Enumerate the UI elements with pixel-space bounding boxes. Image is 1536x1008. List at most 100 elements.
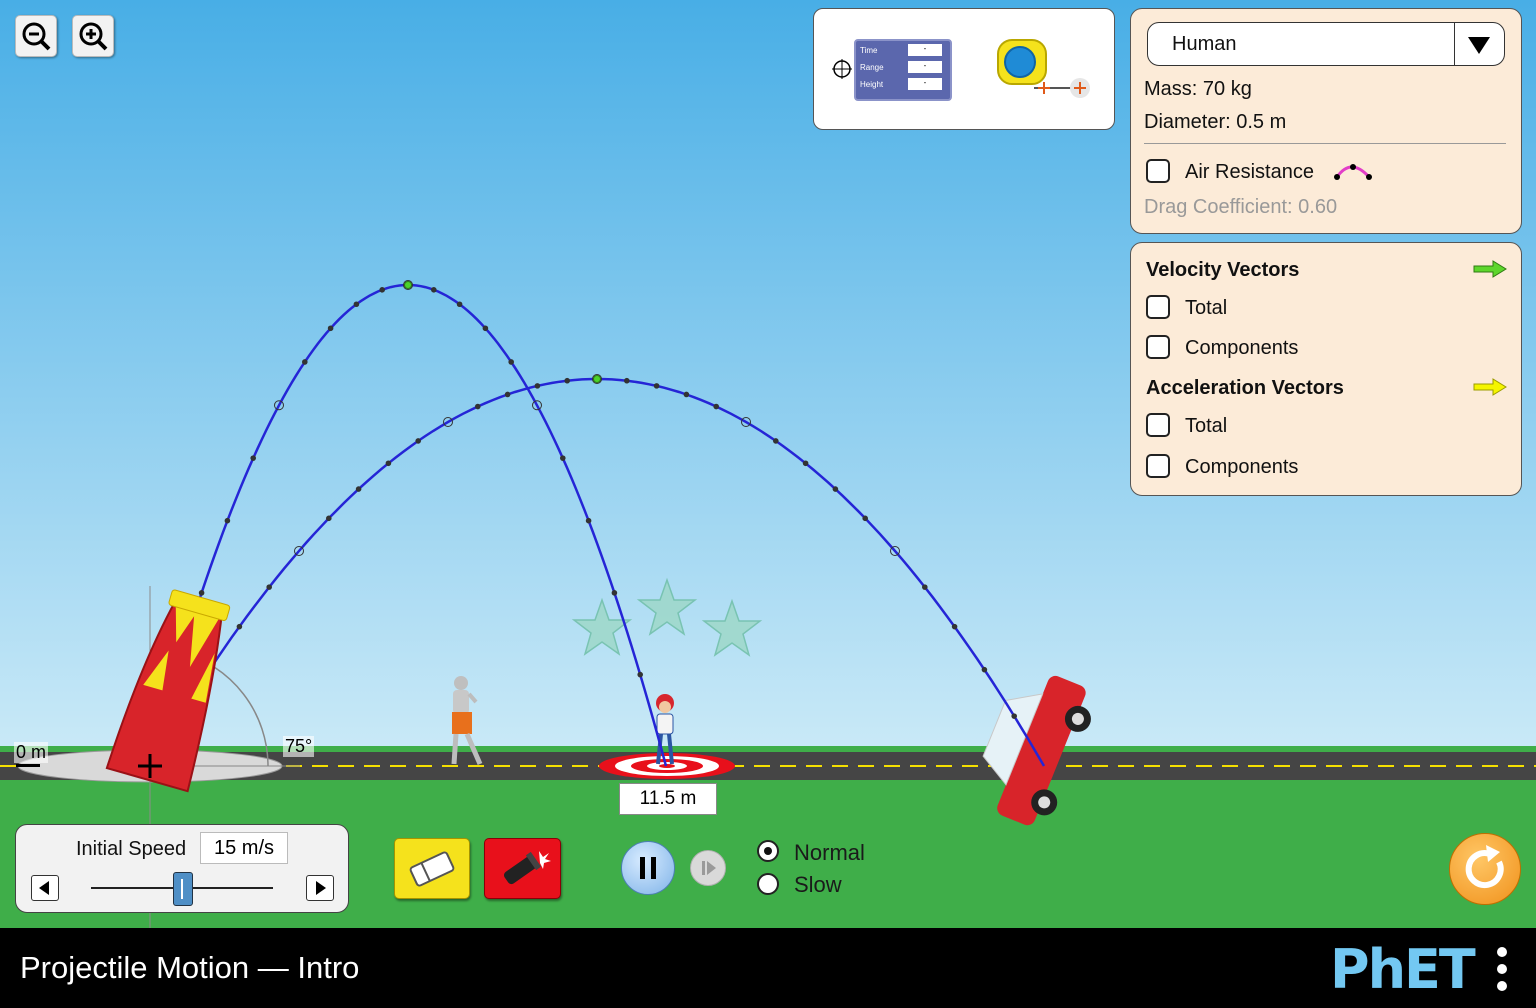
erase-button[interactable] (394, 838, 470, 899)
trajectory-dot (624, 377, 630, 384)
trajectory-dot (773, 438, 779, 444)
slow-speed-radio[interactable] (757, 873, 779, 895)
phet-logo[interactable]: PhET (1330, 938, 1476, 1001)
angle-label: 75° (283, 736, 315, 757)
velocity-total-checkbox[interactable] (1146, 295, 1170, 319)
velocity-arrow-icon (1473, 260, 1507, 278)
speed-increase-button[interactable] (306, 875, 334, 901)
trajectory-dot (637, 671, 644, 678)
acceleration-vectors-title: Acceleration Vectors (1146, 377, 1344, 399)
crosshair-icon (832, 59, 852, 79)
trajectory-dot (456, 301, 463, 308)
trajectory-dot (250, 455, 256, 461)
tools-panel: Time Range Height - - - (813, 8, 1115, 130)
trajectory-dot (611, 590, 618, 596)
acceleration-total-label: Total (1185, 415, 1228, 437)
projectile-select[interactable]: Human (1147, 22, 1505, 66)
probe-range-value: - (908, 61, 942, 73)
speed-decrease-button[interactable] (31, 875, 59, 901)
trajectory-dot (385, 460, 392, 467)
trajectory-dot (653, 383, 660, 389)
apex-marker[interactable] (404, 281, 412, 289)
step-forward-button[interactable] (690, 850, 726, 886)
initial-speed-value: 15 m/s (200, 832, 288, 864)
right-arrow-icon (316, 881, 326, 895)
normal-speed-radio[interactable] (757, 840, 779, 862)
speed-slider-thumb[interactable] (173, 872, 193, 906)
trajectory-dot (508, 359, 515, 365)
probe-height-label: Height (860, 80, 884, 89)
trajectory-dot (981, 666, 988, 673)
zoom-in-icon (79, 22, 108, 51)
projectile-panel: Human Mass: 70 kg Diameter: 0.5 m Air Re… (1130, 8, 1522, 234)
trajectory-dot (534, 383, 541, 389)
probe-time-value: - (908, 44, 942, 56)
zoom-out-icon (22, 22, 51, 51)
apex-marker[interactable] (593, 375, 601, 383)
diameter-label: Diameter: 0.5 m (1144, 111, 1287, 133)
probe-range-label: Range (860, 63, 884, 72)
trajectory-dot (922, 584, 928, 590)
trajectory-dot (475, 403, 481, 410)
vectors-panel: Velocity Vectors Total Components Accele… (1130, 242, 1522, 496)
trajectory-dot (585, 517, 592, 524)
normal-speed-label: Normal (794, 840, 865, 865)
target-distance-label: 11.5 m (619, 783, 717, 815)
cannon-fire-icon (503, 851, 551, 885)
velocity-total-label: Total (1185, 297, 1228, 319)
initial-speed-label: Initial Speed (76, 838, 187, 860)
velocity-components-label: Components (1185, 337, 1299, 359)
trajectory-dot (560, 455, 566, 461)
more-options-icon[interactable] (1495, 944, 1509, 994)
air-resistance-label: Air Resistance (1185, 161, 1314, 183)
acceleration-arrow-icon (1473, 378, 1507, 396)
measuring-tape-icon[interactable] (994, 34, 1104, 104)
navigation-bar: Projectile Motion — Intro PhET (0, 928, 1536, 1008)
app-title[interactable]: Projectile Motion — Intro (20, 950, 359, 986)
drag-coefficient-label: Drag Coefficient: 0.60 (1144, 196, 1338, 218)
velocity-components-checkbox[interactable] (1146, 335, 1170, 359)
trajectory-dot (482, 325, 489, 332)
trajectory-dot (302, 359, 308, 365)
acceleration-components-label: Components (1185, 456, 1299, 478)
trajectory-dot (832, 486, 839, 492)
pause-icon (640, 857, 656, 879)
drag-arc-icon (1334, 164, 1372, 180)
trajectory-dot (415, 438, 422, 444)
trajectory-dot (683, 391, 690, 398)
probe-height-value: - (908, 78, 942, 90)
trajectory-dot (802, 460, 809, 467)
trajectory-dot (951, 623, 958, 630)
target[interactable] (599, 753, 735, 779)
air-resistance-checkbox[interactable] (1146, 159, 1170, 183)
eraser-icon (409, 851, 455, 887)
initial-speed-panel: Initial Speed 15 m/s (15, 824, 349, 913)
trajectory-dot (327, 325, 334, 332)
trajectory-dot (862, 515, 869, 522)
trajectory-dot (353, 301, 360, 308)
left-arrow-icon (39, 881, 49, 895)
velocity-vectors-title: Velocity Vectors (1146, 259, 1300, 281)
zoom-out-button[interactable] (15, 15, 57, 57)
trajectory-dot (564, 377, 571, 384)
trajectory-dot (224, 517, 231, 524)
fire-button[interactable] (484, 838, 561, 899)
reset-icon (1465, 845, 1504, 889)
height-marker (16, 764, 40, 767)
pause-button[interactable] (621, 841, 675, 895)
probe-time-label: Time (860, 46, 878, 55)
acceleration-total-checkbox[interactable] (1146, 413, 1170, 437)
data-probe-tool[interactable]: Time Range Height - - - (854, 39, 952, 101)
step-forward-icon (702, 861, 716, 875)
zoom-in-button[interactable] (72, 15, 114, 57)
trajectory-dot (431, 287, 437, 293)
trajectory-dot (326, 515, 332, 522)
trajectory-dot (355, 486, 362, 492)
projectile-select-value: Human (1172, 33, 1237, 55)
reset-all-button[interactable] (1449, 833, 1521, 905)
trajectory-dot (1011, 713, 1018, 719)
trajectory-dot (266, 584, 273, 590)
acceleration-components-checkbox[interactable] (1146, 454, 1170, 478)
trajectory-dot (713, 403, 720, 410)
trajectory-dot (379, 287, 386, 293)
